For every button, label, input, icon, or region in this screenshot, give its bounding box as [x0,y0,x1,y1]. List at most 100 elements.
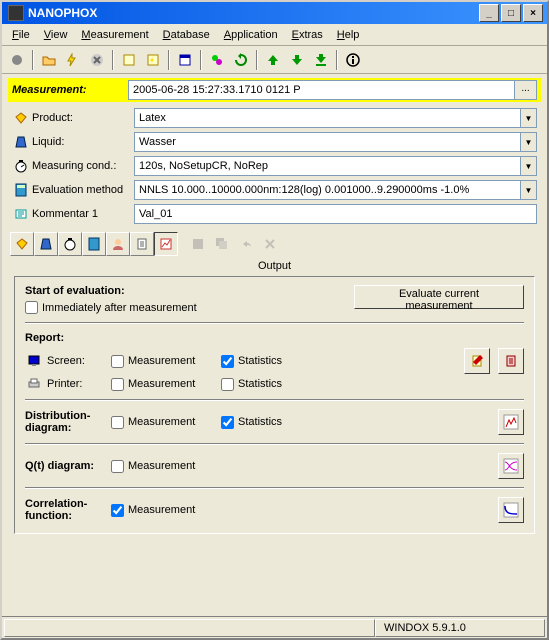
save-icon [186,232,210,256]
liquid-row: Liquid: Wasser▼ [8,130,541,154]
liquid-label: Liquid: [32,136,134,148]
calculator-icon [12,182,30,198]
qt-chart-button[interactable] [498,453,524,479]
tab-chart-icon[interactable] [154,232,178,256]
dist-meas-checkbox[interactable]: Measurement [111,416,221,429]
lightning-icon[interactable] [62,49,84,71]
printer-stats-checkbox[interactable]: Statistics [221,378,331,391]
tab-liquid-icon[interactable] [34,232,58,256]
tab-product-icon[interactable] [10,232,34,256]
window-title: NANOPHOX [28,6,479,20]
menu-extras[interactable]: Extras [286,27,329,43]
printer-label: Printer: [47,378,111,390]
open-folder-icon[interactable] [38,49,60,71]
undo-icon [234,232,258,256]
output-title: Output [8,258,541,274]
eval-row: Evaluation method NNLS 10.000..10000.000… [8,178,541,202]
toolbar [2,46,547,74]
menu-file[interactable]: File [6,27,36,43]
product-icon [12,110,30,126]
cond-field[interactable]: 120s, NoSetupCR, NoRep [134,156,521,176]
menu-database[interactable]: Database [157,27,216,43]
eval-dropdown-button[interactable]: ▼ [521,180,537,200]
corr-label-1: Correlation- [25,498,111,510]
screen-meas-checkbox[interactable]: Measurement [111,355,221,368]
dist-label-2: diagram: [25,422,111,434]
status-windox: WINDOX 5.9.1.0 [375,619,545,637]
note-icon[interactable] [118,49,140,71]
product-field[interactable]: Latex [134,108,521,128]
immediately-checkbox[interactable]: Immediately after measurement [25,301,197,314]
content-area: Measurement: ... Product: Latex▼ Liquid:… [2,74,547,616]
tab-person-icon[interactable] [106,232,130,256]
tab-document-icon[interactable] [130,232,154,256]
evaluate-button[interactable]: Evaluate current measurement [354,285,524,309]
titlebar: NANOPHOX _ □ × [2,2,547,24]
liquid-icon [12,134,30,150]
menu-help[interactable]: Help [331,27,366,43]
cond-label: Measuring cond.: [32,160,134,172]
window-icon[interactable] [174,49,196,71]
comment-field[interactable] [134,204,537,224]
menubar: File View Measurement Database Applicati… [2,24,547,46]
window-buttons: _ □ × [479,4,543,22]
printer-meas-checkbox[interactable]: Measurement [111,378,221,391]
liquid-field[interactable]: Wasser [134,132,521,152]
eval-field[interactable]: NNLS 10.000..10000.000nm:128(log) 0.0010… [134,180,521,200]
output-panel: Start of evaluation: Immediately after m… [14,276,535,534]
cond-dropdown-button[interactable]: ▼ [521,156,537,176]
down-bar-icon[interactable] [310,49,332,71]
refresh-icon[interactable] [230,49,252,71]
maximize-button[interactable]: □ [501,4,521,22]
report-view-button[interactable] [498,348,524,374]
main-window: NANOPHOX _ □ × File View Measurement Dat… [0,0,549,640]
corr-label-2: function: [25,510,111,522]
dist-section: Distribution- diagram: Measurement Stati… [25,409,524,435]
dist-chart-button[interactable] [498,409,524,435]
up-arrow-icon[interactable] [262,49,284,71]
start-section: Start of evaluation: Immediately after m… [25,285,524,314]
record-icon[interactable] [6,49,28,71]
status-cell-1 [4,619,375,637]
note-lightning-icon[interactable] [142,49,164,71]
measurement-input[interactable] [128,80,515,100]
info-icon[interactable] [342,49,364,71]
screen-stats-checkbox[interactable]: Statistics [221,355,331,368]
liquid-dropdown-button[interactable]: ▼ [521,132,537,152]
stopwatch-icon [12,158,30,174]
comment-icon [12,206,30,222]
product-label: Product: [32,112,134,124]
tab-calculator-icon[interactable] [82,232,106,256]
measurement-browse-button[interactable]: ... [515,80,537,100]
menu-application[interactable]: Application [218,27,284,43]
tab-stopwatch-icon[interactable] [58,232,82,256]
screen-icon [25,354,43,368]
close-button[interactable]: × [523,4,543,22]
report-edit-button[interactable] [464,348,490,374]
product-dropdown-button[interactable]: ▼ [521,108,537,128]
qt-meas-checkbox[interactable]: Measurement [111,460,221,473]
dist-label-1: Distribution- [25,410,111,422]
screen-label: Screen: [47,355,111,367]
statusbar: WINDOX 5.9.1.0 [2,616,547,638]
comment-label: Kommentar 1 [32,208,134,220]
circles-icon[interactable] [206,49,228,71]
corr-meas-checkbox[interactable]: Measurement [111,504,221,517]
dist-stats-checkbox[interactable]: Statistics [221,416,331,429]
measurement-highlight: Measurement: ... [8,78,541,102]
cancel-icon[interactable] [86,49,108,71]
menu-measurement[interactable]: Measurement [75,27,154,43]
saveall-icon [210,232,234,256]
measurement-label: Measurement: [12,84,128,96]
start-label: Start of evaluation: [25,285,209,297]
report-label: Report: [25,332,524,344]
corr-chart-button[interactable] [498,497,524,523]
product-row: Product: Latex▼ [8,106,541,130]
corr-section: Correlation- function: Measurement [25,497,524,523]
down-arrow-icon[interactable] [286,49,308,71]
menu-view[interactable]: View [38,27,74,43]
qt-section: Q(t) diagram: Measurement [25,453,524,479]
comment-row: Kommentar 1 [8,202,541,226]
minimize-button[interactable]: _ [479,4,499,22]
cond-row: Measuring cond.: 120s, NoSetupCR, NoRep▼ [8,154,541,178]
